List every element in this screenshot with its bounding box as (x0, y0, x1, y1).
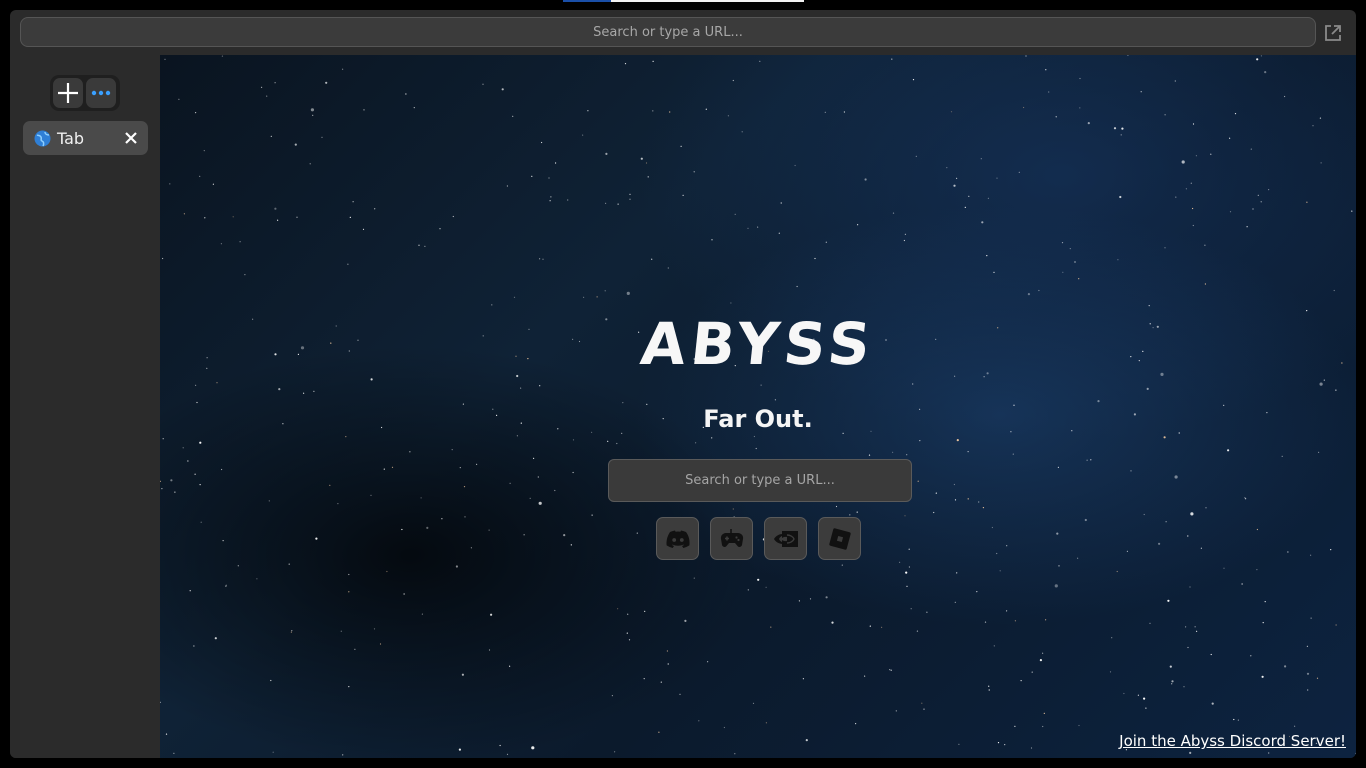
tab-menu-button[interactable] (86, 78, 116, 108)
discord-invite-link[interactable]: Join the Abyss Discord Server! (1119, 732, 1346, 750)
games-shortcut-button[interactable] (710, 517, 753, 560)
discord-icon (666, 530, 690, 548)
tab-controls (50, 75, 120, 111)
external-link-icon (1325, 25, 1341, 41)
tab-sidebar: Tab (10, 55, 160, 758)
plus-icon (58, 83, 78, 103)
roblox-shortcut-button[interactable] (818, 517, 861, 560)
tagline: Far Out. (703, 405, 813, 433)
tab-item[interactable]: Tab (23, 121, 148, 155)
address-input[interactable] (21, 18, 1315, 46)
loading-bar-segment (563, 0, 611, 2)
search-box[interactable] (608, 459, 912, 502)
nvidia-shortcut-button[interactable] (764, 517, 807, 560)
close-tab-button[interactable] (123, 130, 139, 146)
loading-bar-segment (611, 0, 804, 2)
browser-window: Tab ABYSS Far Out. (10, 10, 1356, 758)
close-icon (125, 132, 137, 144)
roblox-icon (828, 527, 851, 550)
page-content: ABYSS Far Out. Search or type a URL... J… (160, 55, 1356, 758)
site-logo: ABYSS (637, 310, 879, 378)
address-bar[interactable] (20, 17, 1316, 47)
search-input[interactable] (609, 460, 911, 501)
gamepad-icon (720, 528, 743, 547)
tab-label: Tab (57, 128, 85, 148)
globe-icon (34, 130, 51, 146)
ellipsis-icon (91, 90, 111, 96)
shortcut-bar (656, 517, 861, 560)
open-new-window-button[interactable] (1322, 22, 1344, 44)
discord-shortcut-button[interactable] (656, 517, 699, 560)
nvidia-icon (773, 530, 798, 547)
new-tab-button[interactable] (53, 78, 83, 108)
